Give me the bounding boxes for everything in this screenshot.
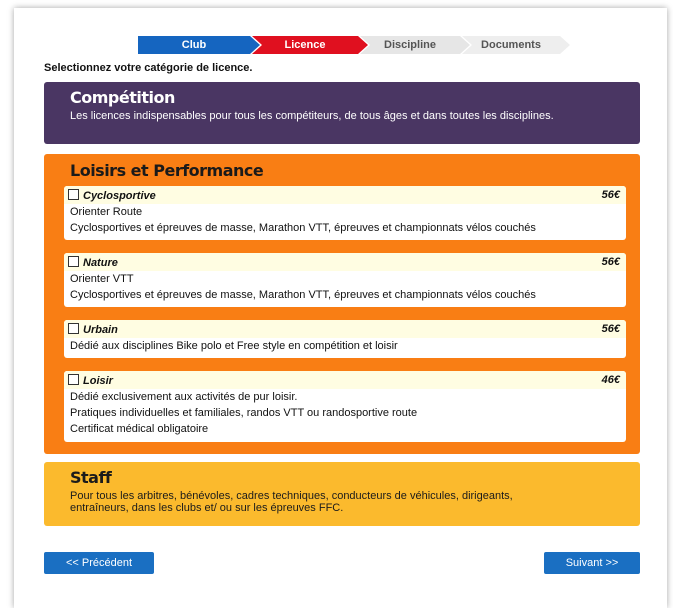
card-header[interactable]: Urbain 56€: [64, 320, 626, 338]
card-line: Cyclosportives et épreuves de masse, Mar…: [70, 289, 536, 301]
step-club[interactable]: Club: [138, 36, 260, 54]
card-header[interactable]: Loisir 46€: [64, 371, 626, 389]
card-line: Dédié exclusivement aux activités de pur…: [70, 391, 298, 403]
licence-card-loisir: Loisir 46€ Dédié exclusivement aux activ…: [64, 371, 626, 442]
step-discipline[interactable]: Discipline: [360, 36, 470, 54]
card-header[interactable]: Cyclosportive 56€: [64, 186, 626, 204]
card-line: Certificat médical obligatoire: [70, 423, 209, 435]
card-price: 56€: [601, 256, 620, 268]
card-name: Nature: [83, 256, 118, 269]
staff-description: Pour tous les arbitres, bénévoles, cadre…: [70, 490, 513, 514]
checkbox-icon[interactable]: [68, 255, 79, 267]
card-name: Loisir: [83, 374, 113, 387]
loisirs-title: Loisirs et Performance: [70, 161, 264, 180]
step-label: Documents: [481, 39, 541, 51]
card-price: 56€: [601, 189, 620, 201]
card-line: Orienter Route: [70, 206, 143, 218]
checkbox-icon[interactable]: [68, 322, 79, 334]
card-line: Cyclosportives et épreuves de masse, Mar…: [70, 222, 536, 234]
progress-stepper: Club Licence Discipline Documents: [138, 36, 562, 54]
previous-button[interactable]: << Précédent: [44, 552, 154, 574]
card-line: Dédié aux disciplines Bike polo et Free …: [70, 340, 398, 352]
card-name: Cyclosportive: [83, 189, 156, 202]
staff-panel[interactable]: Staff Pour tous les arbitres, bénévoles,…: [44, 462, 640, 526]
step-documents[interactable]: Documents: [462, 36, 570, 54]
instruction-text: Selectionnez votre catégorie de licence.: [44, 62, 253, 74]
next-button[interactable]: Suivant >>: [544, 552, 640, 574]
licence-card-urbain: Urbain 56€ Dédié aux disciplines Bike po…: [64, 320, 626, 358]
step-label: Discipline: [384, 39, 436, 51]
card-line: Orienter VTT: [70, 273, 134, 285]
card-name: Urbain: [83, 323, 118, 336]
checkbox-icon[interactable]: [68, 188, 79, 200]
loisirs-panel: Loisirs et Performance Cyclosportive 56€…: [44, 154, 640, 454]
step-label: Club: [181, 39, 207, 51]
card-line: Pratiques individuelles et familiales, r…: [70, 407, 418, 419]
licence-card-cyclosportive: Cyclosportive 56€ Orienter Route Cyclosp…: [64, 186, 626, 240]
licence-card-nature: Nature 56€ Orienter VTT Cyclosportives e…: [64, 253, 626, 307]
card-price: 56€: [601, 323, 620, 335]
card-price: 46€: [601, 374, 620, 386]
card-header[interactable]: Nature 56€: [64, 253, 626, 271]
competition-title: Compétition: [70, 88, 175, 107]
step-licence[interactable]: Licence: [252, 36, 368, 54]
staff-title: Staff: [70, 468, 112, 487]
step-label: Licence: [284, 39, 326, 51]
competition-description: Les licences indispensables pour tous le…: [70, 110, 554, 122]
competition-panel[interactable]: Compétition Les licences indispensables …: [44, 82, 640, 144]
checkbox-icon[interactable]: [68, 373, 79, 385]
